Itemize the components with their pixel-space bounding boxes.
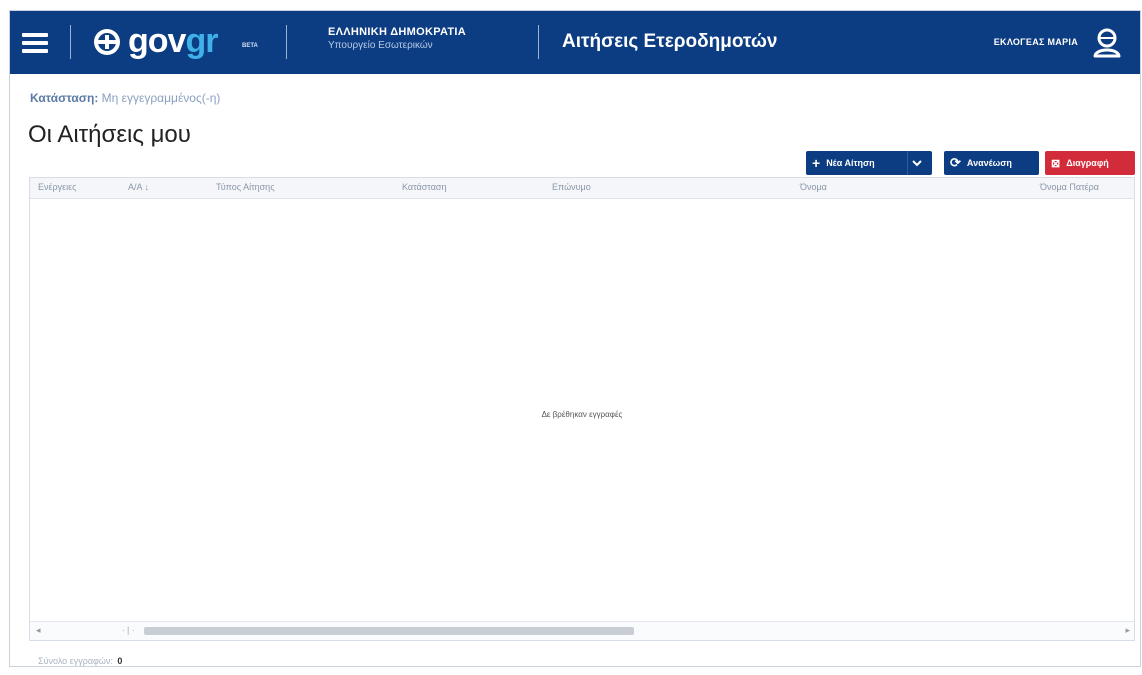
delete-label: Διαγραφή <box>1066 158 1109 168</box>
user-name[interactable]: ΕΚΛΟΓΕΑΣ ΜΑΡΙΑ <box>994 37 1078 47</box>
ministry-block: ΕΛΛΗΝΙΚΗ ΔΗΜΟΚΡΑΤΙΑ Υπουργείο Εσωτερικών <box>328 25 466 53</box>
column-header-type[interactable]: Τύπος Αίτησης <box>216 182 275 192</box>
applications-table: Ενέργειες Α/Α ↓ Τύπος Αίτησης Κατάσταση … <box>29 177 1135 641</box>
scroll-grip-icon[interactable]: ∙ | ∙ <box>122 625 134 635</box>
registration-status: Κατάσταση: Μη εγγεγραμμένος(-η) <box>30 91 220 105</box>
chevron-down-icon[interactable] <box>907 151 926 175</box>
status-label: Κατάσταση: <box>30 91 99 105</box>
table-header: Ενέργειες Α/Α ↓ Τύπος Αίτησης Κατάσταση … <box>30 178 1134 199</box>
hamburger-menu-icon[interactable] <box>22 29 48 55</box>
column-header-actions[interactable]: Ενέργειες <box>38 182 77 192</box>
refresh-icon: ⟳ <box>950 155 961 170</box>
record-count-value: 0 <box>117 656 123 666</box>
record-count-label: Σύνολο εγγραφών: <box>38 656 113 666</box>
record-count: Σύνολο εγγραφών: 0 <box>38 656 122 666</box>
gov-emblem-cross <box>98 40 116 44</box>
scrollbar-thumb[interactable] <box>144 627 634 635</box>
ministry-name: Υπουργείο Εσωτερικών <box>328 40 433 51</box>
plus-icon: + <box>812 155 821 171</box>
status-value: Μη εγγεγραμμένος(-η) <box>101 91 221 105</box>
column-header-name[interactable]: Όνομα <box>800 182 827 192</box>
horizontal-scrollbar[interactable]: ◂ ∙ | ∙ ▸ <box>30 621 1134 640</box>
govgr-logo[interactable]: govgr <box>128 21 218 61</box>
header-divider <box>538 25 539 59</box>
ministry-country: ΕΛΛΗΝΙΚΗ ΔΗΜΟΚΡΑΤΙΑ <box>328 26 466 38</box>
column-header-father-name[interactable]: Όνομα Πατέρα <box>1040 182 1099 192</box>
user-account-icon[interactable] <box>1090 25 1124 59</box>
trash-icon: ⊠ <box>1051 157 1061 170</box>
empty-table-message: Δε βρέθηκαν εγγραφές <box>541 410 623 419</box>
header-divider <box>70 25 71 59</box>
refresh-button[interactable]: ⟳ Ανανέωση <box>944 151 1039 175</box>
scroll-left-icon[interactable]: ◂ <box>36 625 41 636</box>
app-title[interactable]: Αιτήσεις Ετεροδημοτών <box>562 31 777 53</box>
top-navigation-bar: govgr BETA ΕΛΛΗΝΙΚΗ ΔΗΜΟΚΡΑΤΙΑ Υπουργείο… <box>10 11 1140 74</box>
refresh-label: Ανανέωση <box>966 158 1012 168</box>
beta-badge: BETA <box>242 43 258 49</box>
delete-button[interactable]: ⊠ Διαγραφή <box>1045 151 1135 175</box>
scroll-right-icon[interactable]: ▸ <box>1125 625 1130 636</box>
column-header-number[interactable]: Α/Α ↓ <box>128 182 149 192</box>
header-divider <box>286 25 287 59</box>
new-application-button[interactable]: + Νέα Αίτηση <box>806 151 932 175</box>
new-application-label: Νέα Αίτηση <box>826 158 875 168</box>
page-title: Οι Αιτήσεις μου <box>28 121 191 148</box>
app-frame: govgr BETA ΕΛΛΗΝΙΚΗ ΔΗΜΟΚΡΑΤΙΑ Υπουργείο… <box>9 10 1141 667</box>
column-header-status[interactable]: Κατάσταση <box>402 182 446 192</box>
column-header-surname[interactable]: Επώνυμο <box>552 182 591 192</box>
